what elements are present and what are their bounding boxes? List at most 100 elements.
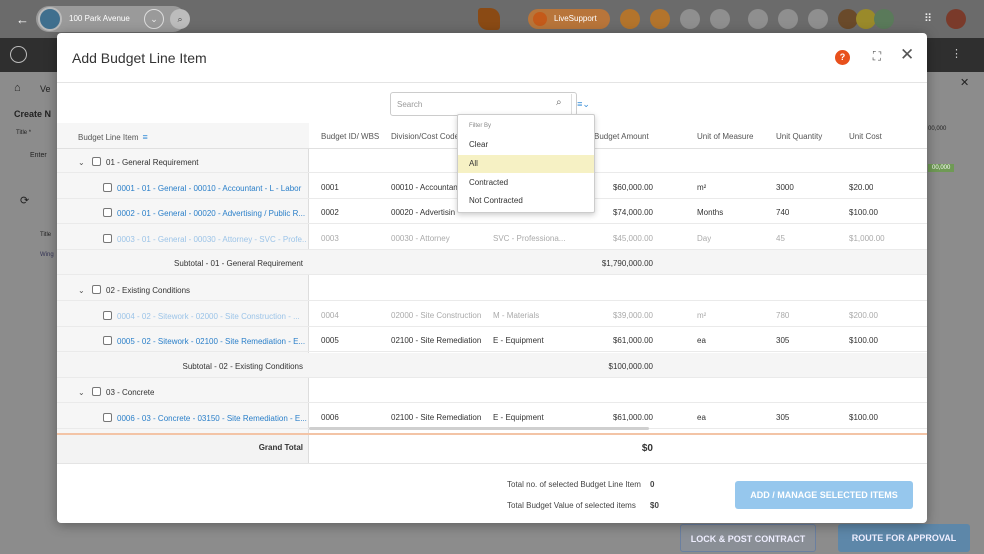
- line-item-link[interactable]: 0001 - 01 - General - 00010 - Accountant…: [117, 184, 301, 193]
- app-menu-icon[interactable]: [10, 46, 27, 63]
- route-for-approval-button[interactable]: ROUTE FOR APPROVAL: [838, 524, 970, 552]
- close-icon[interactable]: ✕: [900, 46, 914, 63]
- horizontal-scrollbar[interactable]: [309, 427, 649, 430]
- tools-icon[interactable]: [650, 9, 670, 29]
- type-cell: SVC - Professiona...: [493, 233, 566, 243]
- amount-cell: $45,000.00: [612, 233, 653, 243]
- division-cell: 02100 - Site Remediation: [391, 336, 482, 346]
- row-checkbox[interactable]: [103, 182, 112, 192]
- line-item-link[interactable]: 0002 - 01 - General - 00020 - Advertisin…: [117, 209, 305, 218]
- table-row: 0004 - 02 - Sitework - 02000 - Site Cons…: [57, 302, 927, 327]
- modal-title: Add Budget Line Item: [72, 50, 207, 66]
- grid-icon[interactable]: [748, 9, 768, 29]
- chevron-down-icon[interactable]: ⌄: [78, 286, 88, 295]
- filter-option-clear[interactable]: Clear: [458, 136, 594, 154]
- line-item-cell: 0001 - 01 - General - 00010 - Accountant…: [103, 182, 307, 193]
- live-support-button[interactable]: LiveSupport: [528, 9, 610, 29]
- filter-dropdown: Filter By Clear All Contracted Not Contr…: [457, 114, 595, 213]
- column-header-amount[interactable]: Budget Amount: [594, 132, 649, 141]
- group-label: 01 - General Requirement: [106, 158, 199, 167]
- cost-cell: $100.00: [849, 413, 878, 422]
- apps-grid-icon[interactable]: ⠿: [918, 9, 938, 29]
- user-avatar-3[interactable]: [874, 9, 894, 29]
- line-item-link[interactable]: 0003 - 01 - General - 00030 - Attorney -…: [117, 235, 307, 244]
- group-cell: ⌄ 03 - Concrete: [78, 387, 154, 397]
- subtotal-label: Subtotal - 01 - General Requirement: [174, 259, 303, 269]
- qty-cell: 3000: [776, 182, 794, 192]
- line-item-link[interactable]: 0006 - 03 - Concrete - 03150 - Site Reme…: [117, 414, 307, 423]
- subtotal-row: Subtotal - 02 - Existing Conditions $100,…: [57, 352, 927, 378]
- title-column-label: Title: [40, 232, 52, 238]
- budget-id-cell: 0002: [321, 208, 339, 218]
- create-label: Create N: [14, 109, 52, 119]
- view-label: Ve: [40, 84, 51, 94]
- filter-option-contracted[interactable]: Contracted: [458, 174, 594, 192]
- column-header-cost[interactable]: Unit Cost: [849, 132, 882, 141]
- fullscreen-icon[interactable]: ⛶: [870, 49, 884, 63]
- column-header-uom[interactable]: Unit of Measure: [697, 132, 753, 141]
- home-icon[interactable]: ⌂: [14, 82, 21, 94]
- group-checkbox[interactable]: [92, 387, 101, 397]
- chat-icon[interactable]: [778, 9, 798, 29]
- group-label: 02 - Existing Conditions: [106, 286, 191, 295]
- chevron-down-icon[interactable]: ⌄: [144, 9, 164, 29]
- group-checkbox[interactable]: [92, 285, 101, 294]
- help-circle-icon[interactable]: [620, 9, 640, 29]
- row-checkbox[interactable]: [103, 336, 112, 346]
- add-manage-selected-items-button[interactable]: ADD / MANAGE SELECTED ITEMS: [735, 481, 913, 509]
- wing-link[interactable]: Wing: [40, 252, 54, 258]
- uom-cell: m²: [697, 310, 707, 320]
- document-icon[interactable]: [710, 9, 730, 29]
- refresh-icon[interactable]: ⟳: [20, 194, 29, 207]
- project-selector[interactable]: 100 Park Avenue ⌄ ⌕: [36, 6, 190, 32]
- grand-total-label: Grand Total: [258, 443, 303, 452]
- column-header-qty[interactable]: Unit Quantity: [776, 132, 822, 141]
- line-item-cell: 0006 - 03 - Concrete - 03150 - Site Reme…: [103, 413, 307, 423]
- type-cell: E - Equipment: [493, 413, 544, 422]
- k-icon[interactable]: [808, 9, 828, 29]
- budget-id-cell: 0006: [321, 413, 339, 422]
- lock-post-contract-button[interactable]: LOCK & POST CONTRACT: [680, 524, 816, 552]
- grand-total-value: $0: [641, 443, 653, 454]
- line-item-link[interactable]: 0004 - 02 - Sitework - 02000 - Site Cons…: [117, 312, 300, 321]
- chevron-down-icon[interactable]: ⌄: [78, 388, 88, 397]
- row-checkbox[interactable]: [103, 413, 112, 422]
- chevron-down-icon[interactable]: ⌄: [78, 158, 88, 167]
- search-icon[interactable]: ⌕: [170, 9, 190, 29]
- budget-id-cell: 0005: [321, 336, 339, 346]
- amount-label-1: 00,000: [928, 126, 947, 132]
- add-budget-line-item-modal: Add Budget Line Item ? ⛶ ✕ ⌕ ≡⌄ Budget L…: [57, 33, 927, 523]
- back-arrow-icon[interactable]: ←: [16, 12, 29, 27]
- group-checkbox[interactable]: [92, 157, 101, 166]
- selected-value-value: $0: [650, 501, 659, 510]
- filter-option-not-contracted[interactable]: Not Contracted: [458, 192, 594, 210]
- budget-id-cell: 0001: [321, 182, 339, 192]
- live-support-label: LiveSupport: [554, 14, 597, 23]
- column-filter-icon[interactable]: ≡: [142, 132, 147, 142]
- grand-total-frozen-cell: Grand Total: [57, 435, 309, 463]
- column-header-budget-id[interactable]: Budget ID/ WBS: [321, 132, 379, 141]
- help-icon[interactable]: ?: [835, 50, 850, 65]
- filter-option-all[interactable]: All: [458, 155, 594, 173]
- line-item-link[interactable]: 0005 - 02 - Sitework - 02100 - Site Reme…: [117, 337, 305, 346]
- cost-cell: $1,000.00: [849, 233, 885, 243]
- profile-avatar[interactable]: [946, 9, 966, 29]
- division-cell: 02000 - Site Construction: [391, 310, 482, 320]
- close-panel-icon[interactable]: ✕: [960, 76, 969, 89]
- cost-cell: $200.00: [849, 310, 878, 320]
- more-vertical-icon[interactable]: ⋮: [951, 47, 962, 60]
- search-icon[interactable]: ⌕: [556, 97, 562, 108]
- column-header-division[interactable]: Division/Cost Code: [391, 132, 457, 141]
- user-avatar[interactable]: [838, 9, 858, 29]
- row-checkbox[interactable]: [103, 233, 112, 243]
- user-avatar-2[interactable]: [856, 9, 876, 29]
- clipboard-icon[interactable]: [680, 9, 700, 29]
- project-avatar: [38, 7, 62, 31]
- column-header-line-item[interactable]: Budget Line Item ≡: [78, 132, 148, 142]
- filter-toggle-button[interactable]: ≡⌄: [571, 94, 595, 114]
- row-checkbox[interactable]: [103, 208, 112, 218]
- selected-count-label: Total no. of selected Budget Line Item: [507, 480, 641, 489]
- row-checkbox[interactable]: [103, 310, 112, 320]
- search-input[interactable]: [397, 96, 547, 112]
- group-cell: ⌄ 01 - General Requirement: [78, 157, 199, 167]
